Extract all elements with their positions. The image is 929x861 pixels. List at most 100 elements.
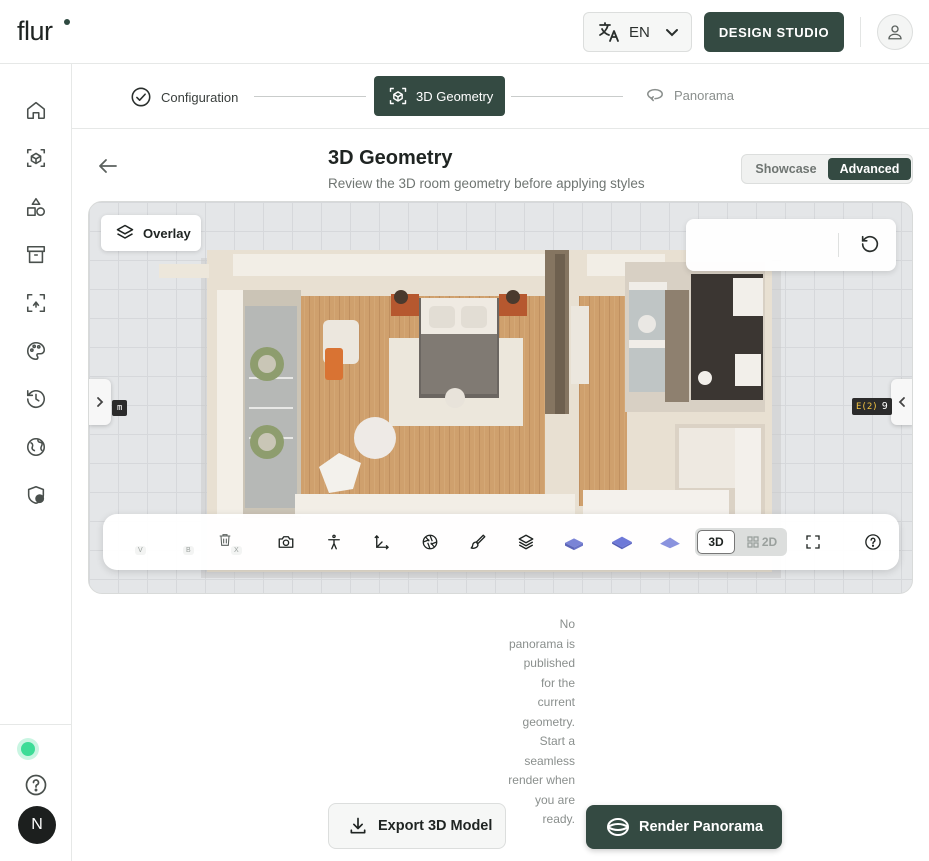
- paintbrush-icon: [470, 534, 486, 549]
- screenshot-button[interactable]: [274, 530, 298, 554]
- language-selector[interactable]: EN: [583, 12, 692, 52]
- sidebar-item-3d[interactable]: [24, 146, 48, 170]
- user-avatar[interactable]: N: [18, 806, 56, 844]
- expand-left-panel-button[interactable]: [89, 379, 111, 425]
- person-icon: [328, 534, 340, 550]
- layers-button[interactable]: [514, 530, 538, 554]
- logo[interactable]: flur: [17, 16, 53, 47]
- export-3d-model-button[interactable]: Export 3D Model: [328, 803, 506, 849]
- step-connector: [511, 96, 623, 97]
- shortcut-v: V: [135, 546, 146, 555]
- panorama-icon: [607, 818, 629, 836]
- scan-icon: [26, 293, 46, 313]
- grid-icon: [747, 536, 759, 548]
- cube-icon: [26, 148, 46, 168]
- history-icon: [26, 389, 46, 408]
- toolbar-help-button[interactable]: [861, 530, 885, 554]
- sidebar-item-scan[interactable]: [24, 291, 48, 315]
- render-panorama-button[interactable]: Render Panorama: [586, 805, 782, 849]
- overlay-button[interactable]: Overlay: [101, 215, 201, 251]
- sidebar-item-objects[interactable]: [24, 195, 48, 219]
- floor-box-icon: [565, 538, 583, 551]
- measure-button[interactable]: [370, 530, 394, 554]
- info-card-divider: [838, 233, 839, 257]
- camera-info-card: [686, 219, 896, 271]
- stepper: Configuration 3D Geometry Panorama: [72, 64, 929, 129]
- axis-icon: [374, 535, 389, 550]
- chevron-right-icon: [97, 397, 104, 407]
- person-view-button[interactable]: [322, 530, 346, 554]
- left-panel-tag: m: [112, 400, 128, 416]
- palette-icon: [27, 341, 46, 361]
- home-icon: [26, 101, 46, 120]
- sidebar-item-globe[interactable]: [24, 435, 48, 459]
- camera-icon: [278, 536, 294, 548]
- shortcut-b: B: [183, 546, 194, 555]
- layers-icon: [518, 534, 534, 550]
- right-tag-label: E(2): [856, 401, 878, 412]
- top-bar: flur EN DESIGN STUDIO: [0, 0, 929, 64]
- right-panel-tag: E(2) 9: [852, 398, 892, 415]
- viewer-toolbar: V B X 3D 2D: [103, 514, 899, 570]
- back-arrow-icon[interactable]: [96, 154, 120, 178]
- step-label: Panorama: [674, 87, 734, 103]
- step-panorama[interactable]: Panorama: [644, 86, 734, 104]
- geometry-viewer[interactable]: Overlay m E(2) 9 V B X 3D 2D: [88, 201, 913, 594]
- view-mode-toggle: 3D 2D: [695, 528, 787, 556]
- sidebar-item-security[interactable]: [24, 483, 48, 507]
- help-icon: [865, 534, 881, 550]
- aperture-button[interactable]: [418, 530, 442, 554]
- paint-button[interactable]: [466, 530, 490, 554]
- status-indicator: [21, 742, 35, 756]
- globe-icon: [26, 437, 46, 457]
- shield-user-icon: [27, 485, 45, 505]
- page-title: 3D Geometry: [328, 147, 453, 169]
- floor-slab-icon: [612, 536, 632, 550]
- translate-icon: [599, 22, 619, 42]
- view-3d-button[interactable]: 3D: [697, 530, 735, 554]
- sidebar-item-archive[interactable]: [24, 243, 48, 267]
- reset-view-icon[interactable]: [859, 233, 881, 255]
- archive-icon: [26, 245, 46, 264]
- panorama-empty-message: No panorama is published for the current…: [508, 617, 575, 826]
- floor-tool-2-button[interactable]: [610, 530, 634, 554]
- account-button[interactable]: [877, 14, 913, 50]
- shortcut-x: X: [231, 546, 242, 555]
- step-3d-geometry[interactable]: 3D Geometry: [374, 76, 505, 116]
- mode-advanced-button[interactable]: Advanced: [828, 158, 911, 180]
- render-label: Render Panorama: [639, 819, 764, 835]
- view-2d-button[interactable]: 2D: [739, 530, 785, 554]
- check-circle-icon: [131, 87, 151, 107]
- mode-showcase-button[interactable]: Showcase: [746, 158, 826, 180]
- shapes-icon: [26, 197, 46, 217]
- floor-tool-3-button[interactable]: [658, 530, 682, 554]
- mode-toggle: Showcase Advanced: [741, 154, 913, 184]
- design-studio-button[interactable]: DESIGN STUDIO: [704, 12, 844, 52]
- aperture-icon: [422, 534, 438, 550]
- fullscreen-button[interactable]: [801, 530, 825, 554]
- right-tag-value: 9: [881, 401, 888, 412]
- chevron-down-icon: [665, 29, 678, 37]
- floor-plane-icon: [660, 537, 680, 549]
- sidebar-item-styles[interactable]: [24, 339, 48, 363]
- step-connector: [254, 96, 366, 97]
- header-divider: [860, 17, 861, 47]
- expand-right-panel-button[interactable]: [891, 379, 912, 425]
- export-label: Export 3D Model: [378, 818, 493, 834]
- user-icon: [888, 25, 902, 40]
- overlay-label: Overlay: [143, 225, 191, 241]
- chevron-left-icon: [898, 397, 905, 407]
- sidebar: N: [0, 64, 72, 861]
- panorama-rotate-icon: [647, 88, 663, 102]
- fullscreen-icon: [806, 535, 820, 549]
- sidebar-item-home[interactable]: [24, 98, 48, 122]
- page-subtitle: Review the 3D room geometry before apply…: [328, 176, 645, 191]
- logo-dot: [64, 19, 70, 25]
- help-icon[interactable]: [24, 773, 48, 797]
- sidebar-item-history[interactable]: [24, 387, 48, 411]
- step-configuration[interactable]: Configuration: [130, 86, 238, 108]
- layers-icon: [116, 224, 134, 239]
- floor-tool-1-button[interactable]: [562, 530, 586, 554]
- language-label: EN: [629, 23, 650, 41]
- step-label: Configuration: [161, 89, 239, 105]
